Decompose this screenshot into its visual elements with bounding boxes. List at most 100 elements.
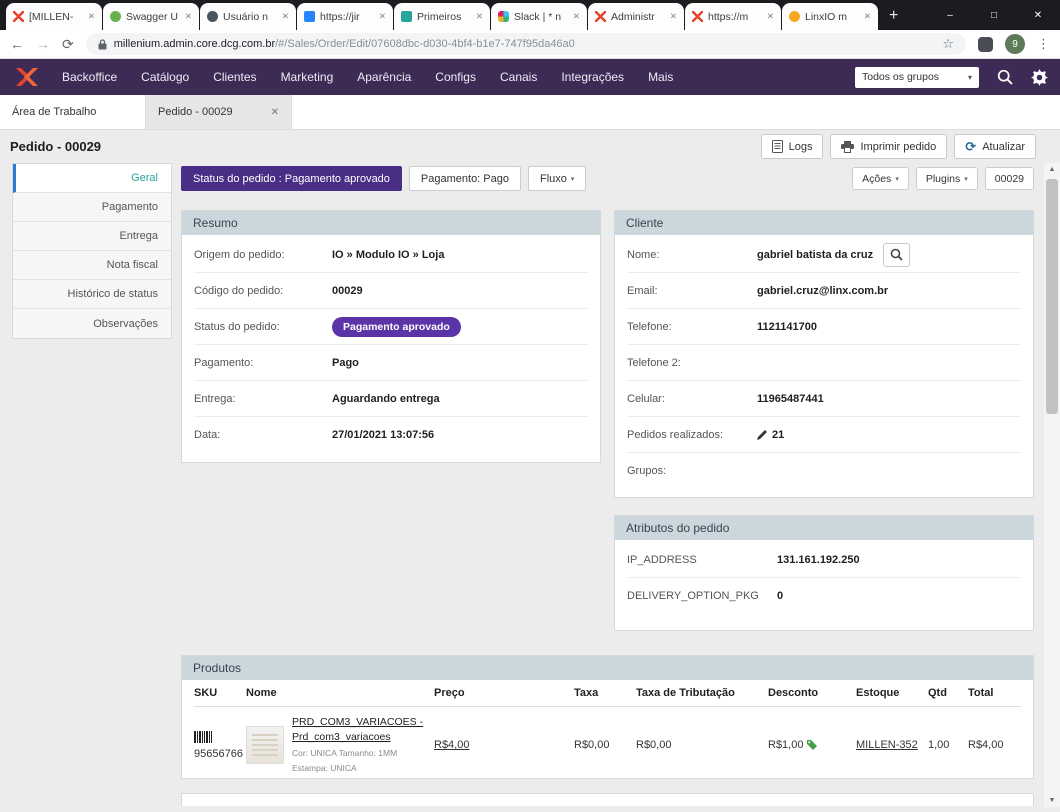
field-label: Pagamento:	[194, 356, 254, 369]
order-status-button[interactable]: Status do pedido : Pagamento aprovado	[181, 166, 402, 191]
tab-close-icon[interactable]: ✕	[185, 11, 192, 22]
customer-search-button[interactable]	[883, 242, 911, 267]
logs-button[interactable]: Logs	[760, 134, 824, 159]
status-badge: Pagamento aprovado	[332, 316, 461, 337]
status-toolbar: Status do pedido : Pagamento aprovado Pa…	[181, 166, 1034, 191]
user-favicon-icon	[207, 11, 218, 22]
tab-close-icon[interactable]: ✕	[573, 11, 580, 22]
tab-close-icon[interactable]: ✕	[88, 11, 95, 22]
bookmark-star-icon[interactable]: ☆	[942, 36, 954, 52]
site-favicon-icon	[401, 11, 412, 22]
nav-item-clientes[interactable]: Clientes	[201, 70, 268, 84]
window-minimize-button[interactable]: –	[928, 0, 972, 30]
payment-status-button[interactable]: Pagamento: Pago	[408, 166, 521, 191]
product-name-link[interactable]: Prd_com3_variacoes	[292, 730, 423, 745]
caret-down-icon: ▾	[570, 175, 575, 183]
scrollbar-track[interactable]	[1044, 173, 1060, 797]
sidebar-item-historico-de-status[interactable]: Histórico de status	[13, 280, 171, 309]
pencil-icon[interactable]	[757, 429, 768, 440]
scrollbar-thumb[interactable]	[1046, 179, 1058, 414]
field-label: Celular:	[627, 392, 665, 405]
new-tab-button[interactable]: +	[879, 8, 908, 30]
scroll-down-arrow[interactable]: ▼	[1049, 797, 1056, 804]
tab-close-icon[interactable]: ✕	[670, 11, 677, 22]
sidebar-item-pagamento[interactable]: Pagamento	[13, 193, 171, 222]
window-maximize-button[interactable]: □	[972, 0, 1016, 30]
acoes-button-label: Ações	[862, 172, 892, 185]
tab-close-icon[interactable]: ✕	[476, 11, 483, 22]
print-order-button[interactable]: Imprimir pedido	[830, 134, 948, 159]
nav-item-canais[interactable]: Canais	[488, 70, 549, 84]
product-thumbnail[interactable]	[246, 726, 284, 765]
browser-tab[interactable]: Administr ✕	[588, 3, 684, 30]
extension-icon[interactable]	[978, 36, 993, 52]
field-row: Telefone 2:	[627, 345, 1021, 381]
nav-item-integracoes[interactable]: Integrações	[549, 70, 636, 84]
sidebar-item-geral[interactable]: Geral	[13, 164, 171, 193]
sku-value: 95656766	[194, 747, 243, 760]
discount-tag-icon[interactable]	[806, 739, 818, 751]
browser-tab[interactable]: https://m ✕	[685, 3, 781, 30]
tab-area-de-trabalho[interactable]: Área de Trabalho	[0, 95, 146, 129]
nav-item-catalogo[interactable]: Catálogo	[129, 70, 201, 84]
gear-icon[interactable]	[1031, 68, 1048, 86]
plugins-dropdown-button[interactable]: Plugins ▾	[915, 167, 978, 190]
url-bar[interactable]: millenium.admin.core.dcg.com.br/#/Sales/…	[85, 33, 966, 55]
tab-close-icon[interactable]: ✕	[379, 11, 386, 22]
next-panel-edge	[181, 793, 1034, 806]
sidebar-item-observacoes[interactable]: Observações	[13, 309, 171, 338]
field-row: Telefone: 1121141700	[627, 309, 1021, 345]
tab-close-icon[interactable]: ✕	[271, 107, 279, 118]
tab-close-icon[interactable]: ✕	[864, 11, 871, 22]
price-link[interactable]: R$4,00	[434, 739, 469, 751]
sidebar-item-entrega[interactable]: Entrega	[13, 222, 171, 251]
field-label: Nome:	[627, 248, 660, 261]
scroll-up-arrow[interactable]: ▲	[1049, 166, 1056, 173]
field-row: Email: gabriel.cruz@linx.com.br	[627, 273, 1021, 309]
browser-tab[interactable]: Swagger U ✕	[103, 3, 199, 30]
nav-item-configs[interactable]: Configs	[423, 70, 488, 84]
nav-item-marketing[interactable]: Marketing	[269, 70, 346, 84]
field-value: gabriel.cruz@linx.com.br	[757, 284, 889, 297]
search-icon[interactable]	[997, 69, 1013, 85]
vertical-scrollbar[interactable]: ▲ ▼	[1044, 163, 1060, 807]
nav-item-aparencia[interactable]: Aparência	[345, 70, 423, 84]
barcode-icon	[194, 730, 212, 743]
back-button[interactable]: ←	[10, 37, 24, 51]
panel-resumo-title: Resumo	[182, 211, 600, 235]
order-number-button[interactable]: 00029	[984, 167, 1034, 190]
price-cell: R$4,00	[434, 739, 574, 751]
nav-item-mais[interactable]: Mais	[636, 70, 685, 84]
acoes-dropdown-button[interactable]: Ações ▾	[852, 167, 909, 190]
field-value[interactable]: 21	[772, 429, 784, 441]
browser-tab[interactable]: https://jir ✕	[297, 3, 393, 30]
nav-item-backoffice[interactable]: Backoffice	[50, 70, 129, 84]
tab-pedido-00029[interactable]: Pedido - 00029 ✕	[146, 95, 292, 129]
sidebar-item-nota-fiscal[interactable]: Nota fiscal	[13, 251, 171, 280]
col-qtd: Qtd	[928, 687, 947, 699]
group-select[interactable]: Todos os grupos ▾	[855, 66, 979, 88]
flow-dropdown-button[interactable]: Fluxo ▾	[528, 166, 587, 191]
forward-button[interactable]: →	[36, 37, 50, 51]
product-name-link[interactable]: PRD_COM3_VARIACOES -	[292, 715, 423, 730]
reload-button[interactable]: ⟳	[62, 37, 74, 51]
browser-tab[interactable]: [MILLEN- ✕	[6, 3, 102, 30]
browser-tab[interactable]: Slack | * n ✕	[491, 3, 587, 30]
stock-link[interactable]: MILLEN-352	[856, 739, 918, 751]
browser-tab[interactable]: Primeiros ✕	[394, 3, 490, 30]
field-value: IO » Modulo IO » Loja	[332, 248, 445, 261]
tab-close-icon[interactable]: ✕	[282, 11, 289, 22]
browser-menu-icon[interactable]: ⋮	[1037, 36, 1050, 52]
tab-close-icon[interactable]: ✕	[767, 11, 774, 22]
col-taxa-tributacao: Taxa de Tributação	[636, 687, 735, 699]
refresh-button[interactable]: ⟳ Atualizar	[954, 134, 1036, 159]
browser-tab[interactable]: Usuário n ✕	[200, 3, 296, 30]
window-close-button[interactable]: ✕	[1016, 0, 1060, 30]
panel-atributos-body: IP_ADDRESS 131.161.192.250 DELIVERY_OPTI…	[615, 540, 1033, 614]
tab-label: Pedido - 00029	[158, 106, 233, 118]
browser-tab[interactable]: LinxIO m ✕	[782, 3, 878, 30]
product-variant-line: Cor: UNICA Tamanho: 1MM	[292, 748, 398, 759]
profile-avatar[interactable]: 9	[1005, 34, 1025, 54]
sidebar: Geral Pagamento Entrega Nota fiscal Hist…	[12, 163, 172, 339]
field-value: 1121141700	[757, 320, 817, 333]
